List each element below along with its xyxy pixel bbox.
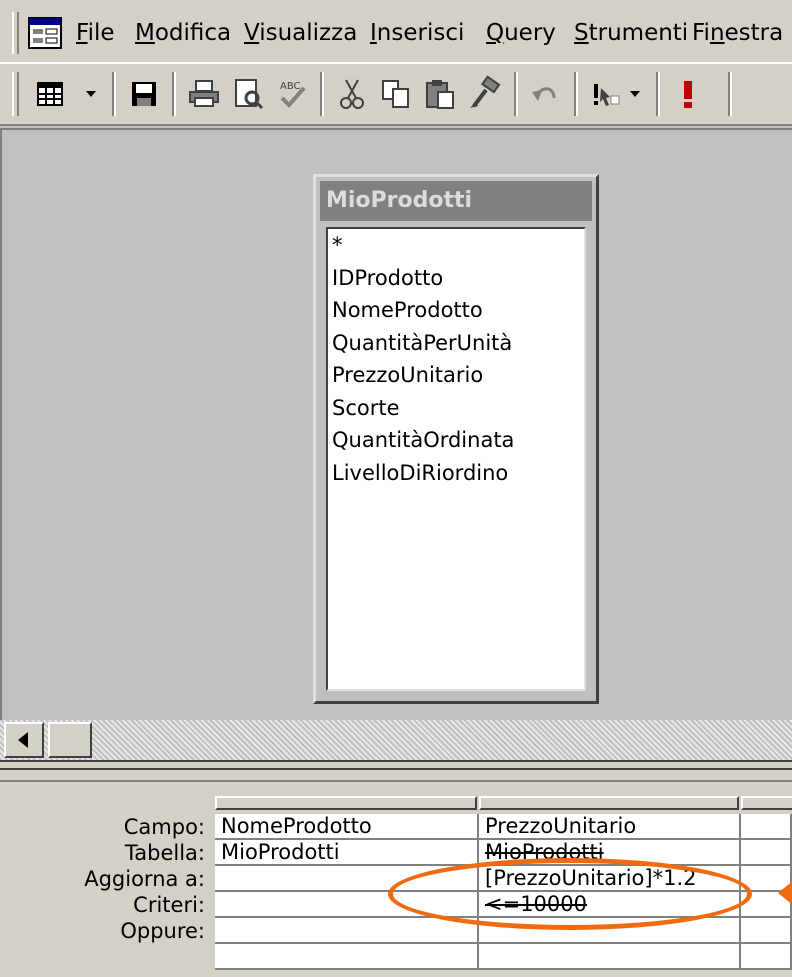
field-list-item[interactable]: * xyxy=(328,229,584,262)
field-list-item[interactable]: QuantitàOrdinata xyxy=(328,424,584,457)
grid-cell-oppure-2[interactable] xyxy=(479,918,741,944)
grid-cell-tabella-2[interactable]: MioProdotti xyxy=(479,840,741,866)
menu-file-label: ile xyxy=(87,20,115,46)
print-icon[interactable] xyxy=(184,74,224,114)
grid-cell-oppure-1[interactable] xyxy=(215,918,479,944)
grid-cell-aggiorna-2[interactable]: [PrezzoUnitario]*1.2 xyxy=(479,866,741,892)
svg-text:ABC: ABC xyxy=(280,81,301,92)
menu-query-label: uery xyxy=(504,20,556,46)
field-list-window[interactable]: MioProdotti * IDProdotto NomeProdotto Qu… xyxy=(313,174,599,704)
grid-cell-campo-1[interactable]: NomeProdotto xyxy=(215,814,479,840)
field-list-title[interactable]: MioProdotti xyxy=(320,181,592,221)
grid-cell-criteri-1[interactable] xyxy=(215,892,479,918)
grid-cell-empty[interactable] xyxy=(741,944,792,970)
menu-modifica[interactable]: Modifica xyxy=(135,18,231,48)
toolbar: ABC xyxy=(0,64,792,126)
toolbar-separator xyxy=(320,72,324,116)
format-painter-icon[interactable] xyxy=(464,74,504,114)
pane-splitter[interactable] xyxy=(0,760,792,782)
column-selector[interactable] xyxy=(741,796,792,810)
column-selector[interactable] xyxy=(215,796,477,810)
grid-cell-empty[interactable] xyxy=(741,840,792,866)
menu-strumenti[interactable]: Strumenti xyxy=(574,18,688,48)
run-icon[interactable] xyxy=(668,74,708,114)
menu-query[interactable]: Query xyxy=(486,18,556,48)
toolbar-separator xyxy=(728,72,732,116)
grid-cell-empty[interactable] xyxy=(741,814,792,840)
toolbar-separator xyxy=(172,72,176,116)
field-list-item[interactable]: NomeProdotto xyxy=(328,294,584,327)
grid-cell-criteri-2[interactable]: <=10000 xyxy=(479,892,741,918)
undo-icon[interactable] xyxy=(526,74,566,114)
field-list-box[interactable]: * IDProdotto NomeProdotto QuantitàPerUni… xyxy=(326,227,586,691)
row-label-criteri: Criteri: xyxy=(133,893,205,917)
grid-cell-campo-2[interactable]: PrezzoUnitario xyxy=(479,814,741,840)
scroll-thumb[interactable] xyxy=(48,722,92,758)
toolbar-separator xyxy=(112,72,116,116)
menu-bar-grip[interactable] xyxy=(12,12,19,54)
field-list-item[interactable]: Scorte xyxy=(328,392,584,425)
print-preview-icon[interactable] xyxy=(228,74,268,114)
paste-icon[interactable] xyxy=(420,74,460,114)
menu-strumenti-label: trumenti xyxy=(588,20,689,46)
grid-cell-tabella-1[interactable]: MioProdotti xyxy=(215,840,479,866)
cut-icon[interactable] xyxy=(332,74,372,114)
toolbar-separator xyxy=(656,72,660,116)
scroll-left-button[interactable] xyxy=(4,722,44,758)
menu-strumenti-accel: S xyxy=(574,20,589,46)
form-window-icon[interactable] xyxy=(28,17,62,49)
view-icon[interactable] xyxy=(30,74,70,114)
menu-bar: File Modifica Visualizza Inserisci Query… xyxy=(0,0,792,64)
menu-visualizza[interactable]: Visualizza xyxy=(244,18,357,48)
grid-cell-empty[interactable] xyxy=(741,918,792,944)
row-label-oppure: Oppure: xyxy=(120,919,205,943)
menu-finestra-accel: n xyxy=(709,20,725,46)
toolbar-separator xyxy=(574,72,578,116)
menu-inserisci-label: nserisci xyxy=(376,20,465,46)
column-selector[interactable] xyxy=(479,796,739,810)
menu-visualizza-label: isualizza xyxy=(259,20,358,46)
menu-modifica-accel: M xyxy=(135,20,155,46)
field-list-item[interactable]: QuantitàPerUnità xyxy=(328,327,584,360)
menu-inserisci-accel: I xyxy=(370,20,377,46)
toolbar-separator xyxy=(514,72,518,116)
spelling-icon[interactable]: ABC xyxy=(272,74,312,114)
row-label-aggiorna: Aggiorna a: xyxy=(84,867,205,891)
menu-inserisci[interactable]: Inserisci xyxy=(370,18,464,48)
toolbar-grip[interactable] xyxy=(12,72,19,116)
copy-icon[interactable] xyxy=(376,74,416,114)
query-grid: Campo: Tabella: Aggiorna a: Criteri: Opp… xyxy=(0,782,792,977)
grid-cell-empty[interactable] xyxy=(479,944,741,970)
menu-finestra-label: estra xyxy=(724,20,784,46)
menu-query-accel: Q xyxy=(486,20,505,46)
menu-file-accel: F xyxy=(76,20,88,46)
menu-visualizza-accel: V xyxy=(244,20,260,46)
row-label-campo: Campo: xyxy=(123,815,205,839)
query-type-icon[interactable] xyxy=(584,74,624,114)
field-list-item[interactable]: IDProdotto xyxy=(328,262,584,295)
menu-finestra-pre: Fi xyxy=(692,20,710,46)
horizontal-scrollbar[interactable] xyxy=(0,720,792,760)
field-list-item[interactable]: PrezzoUnitario xyxy=(328,359,584,392)
query-type-chevron-down-icon[interactable] xyxy=(628,86,642,100)
row-label-tabella: Tabella: xyxy=(124,841,205,865)
menu-modifica-label: odifica xyxy=(154,20,232,46)
field-list-item[interactable]: LivelloDiRiordino xyxy=(328,457,584,490)
grid-cell-aggiorna-1[interactable] xyxy=(215,866,479,892)
arrow-left-icon xyxy=(18,732,28,748)
menu-file[interactable]: File xyxy=(76,18,115,48)
view-dropdown-chevron-down-icon[interactable] xyxy=(84,86,98,100)
save-icon[interactable] xyxy=(124,74,164,114)
grid-cell-empty[interactable] xyxy=(215,944,479,970)
menu-finestra[interactable]: Finestra xyxy=(692,18,783,48)
arrow-pointer-icon xyxy=(778,880,792,906)
